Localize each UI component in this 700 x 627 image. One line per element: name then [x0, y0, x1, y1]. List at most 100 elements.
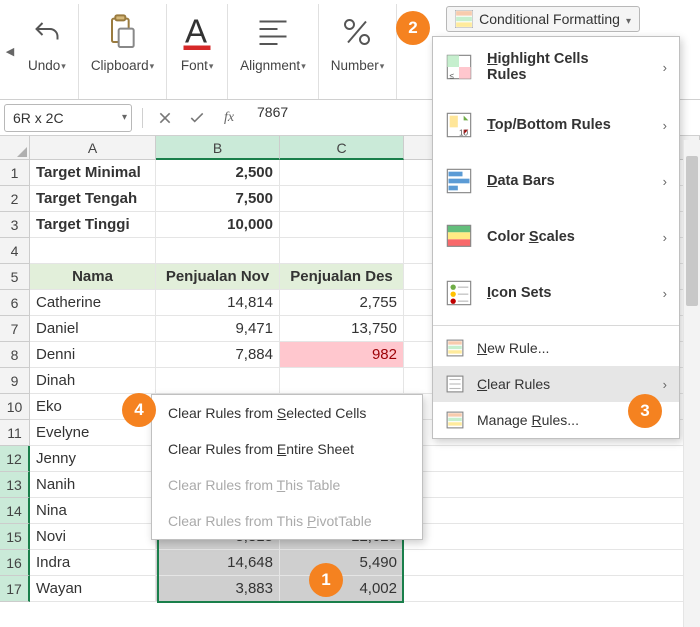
ribbon-group-alignment[interactable]: Alignment▾ [228, 4, 319, 99]
menu-label: Clear Rules [477, 376, 550, 392]
col-header-C[interactable]: C [280, 136, 404, 160]
cell[interactable] [156, 238, 280, 264]
cell[interactable]: 3,883 [156, 576, 280, 602]
undo-icon [29, 14, 65, 50]
ribbon-group-undo[interactable]: Undo▾ [16, 4, 79, 99]
row-header[interactable]: 15 [0, 524, 30, 550]
cell[interactable] [156, 368, 280, 394]
cell[interactable]: 10,000 [156, 212, 280, 238]
cell[interactable]: 13,750 [280, 316, 404, 342]
chevron-down-icon[interactable]: ▾ [122, 112, 127, 123]
row-header[interactable]: 6 [0, 290, 30, 316]
cell[interactable]: Target Tinggi [30, 212, 156, 238]
cell[interactable] [404, 472, 700, 498]
cell[interactable] [280, 368, 404, 394]
cell[interactable] [280, 186, 404, 212]
menu-item-highlight-cells-rules[interactable]: ≤ HHighlight Cells Rulesighlight Cells R… [433, 37, 679, 97]
menu-item-new-rule[interactable]: New Rule... [433, 330, 679, 366]
menu-item-top-bottom-rules[interactable]: 10 Top/Bottom Rules › [433, 97, 679, 153]
col-header-B[interactable]: B [156, 136, 280, 160]
cell[interactable]: Novi [30, 524, 156, 550]
cancel-formula-button[interactable] [153, 106, 177, 130]
number-label: Number [331, 58, 379, 73]
submenu-label: Clear Rules from Selected Cells [168, 405, 366, 421]
table-header[interactable]: Penjualan Des [280, 264, 404, 290]
col-header-A[interactable]: A [30, 136, 156, 160]
row-header[interactable]: 17 [0, 576, 30, 602]
row-header[interactable]: 16 [0, 550, 30, 576]
cell[interactable]: Denni [30, 342, 156, 368]
cell[interactable] [404, 576, 700, 602]
check-icon [189, 111, 205, 125]
callout-badge: 2 [396, 11, 430, 45]
table-header[interactable]: Nama [30, 264, 156, 290]
chevron-down-icon: ▾ [209, 61, 214, 72]
cell[interactable]: 2,755 [280, 290, 404, 316]
cell[interactable]: Nanih [30, 472, 156, 498]
cell[interactable] [404, 550, 700, 576]
row-header[interactable]: 13 [0, 472, 30, 498]
cell[interactable]: Catherine [30, 290, 156, 316]
cell[interactable]: 2,500 [156, 160, 280, 186]
cell[interactable]: Indra [30, 550, 156, 576]
cell[interactable] [404, 498, 700, 524]
row-header[interactable]: 5 [0, 264, 30, 290]
cell[interactable]: 14,648 [156, 550, 280, 576]
cell[interactable]: Nina [30, 498, 156, 524]
row-header[interactable]: 11 [0, 420, 30, 446]
cell[interactable]: Jenny [30, 446, 156, 472]
ribbon-group-number[interactable]: Number▾ [319, 4, 398, 99]
table-header[interactable]: Penjualan Nov [156, 264, 280, 290]
row-header[interactable]: 1 [0, 160, 30, 186]
submenu-item-clear-selected[interactable]: Clear Rules from Selected Cells [152, 395, 422, 431]
row-header[interactable]: 2 [0, 186, 30, 212]
callout-badge: 1 [309, 563, 343, 597]
fx-button[interactable]: fx [217, 106, 241, 130]
row-header[interactable]: 12 [0, 446, 30, 472]
cell[interactable]: Daniel [30, 316, 156, 342]
select-all-corner[interactable] [0, 136, 30, 160]
font-label: Font [181, 58, 208, 73]
cell[interactable] [404, 524, 700, 550]
cell[interactable]: Wayan [30, 576, 156, 602]
cell[interactable]: 5,490 [280, 550, 404, 576]
ribbon-scroll-left[interactable]: ◀ [4, 4, 16, 99]
cell[interactable] [404, 446, 700, 472]
menu-item-color-scales[interactable]: Color Scales › [433, 209, 679, 265]
cell[interactable]: 14,814 [156, 290, 280, 316]
submenu-item-clear-sheet[interactable]: Clear Rules from Entire Sheet [152, 431, 422, 467]
conditional-formatting-label: Conditional Formatting [479, 11, 620, 27]
menu-label: Top/Bottom Rules [487, 117, 611, 133]
cell[interactable] [280, 238, 404, 264]
row-header[interactable]: 7 [0, 316, 30, 342]
row-header[interactable]: 14 [0, 498, 30, 524]
row-header[interactable]: 3 [0, 212, 30, 238]
row-header[interactable]: 10 [0, 394, 30, 420]
menu-item-icon-sets[interactable]: Icon Sets › [433, 265, 679, 321]
menu-item-data-bars[interactable]: Data Bars › [433, 153, 679, 209]
cell[interactable] [280, 212, 404, 238]
cell[interactable]: 9,471 [156, 316, 280, 342]
name-box[interactable]: 6R x 2C ▾ [4, 104, 132, 132]
row-header[interactable]: 9 [0, 368, 30, 394]
cell[interactable]: 7,500 [156, 186, 280, 212]
cell[interactable]: Target Tengah [30, 186, 156, 212]
ribbon-group-font[interactable]: A Font▾ [167, 4, 228, 99]
scrollbar-thumb[interactable] [686, 156, 698, 306]
cell[interactable] [280, 160, 404, 186]
enter-formula-button[interactable] [185, 106, 209, 130]
chevron-right-icon: › [663, 377, 667, 392]
chevron-down-icon: ▾ [626, 16, 631, 27]
row-header[interactable]: 4 [0, 238, 30, 264]
cell[interactable]: Dinah [30, 368, 156, 394]
row-header[interactable]: 8 [0, 342, 30, 368]
svg-text:10: 10 [459, 129, 469, 138]
conditional-formatting-button[interactable]: Conditional Formatting ▾ [446, 6, 640, 32]
ribbon-group-clipboard[interactable]: Clipboard▾ [79, 4, 167, 99]
cell[interactable]: 7,884 [156, 342, 280, 368]
cell[interactable]: 982 [280, 342, 404, 368]
cell[interactable] [30, 238, 156, 264]
data-bars-icon [445, 167, 473, 195]
cell[interactable]: Target Minimal [30, 160, 156, 186]
vertical-scrollbar[interactable] [683, 140, 700, 627]
